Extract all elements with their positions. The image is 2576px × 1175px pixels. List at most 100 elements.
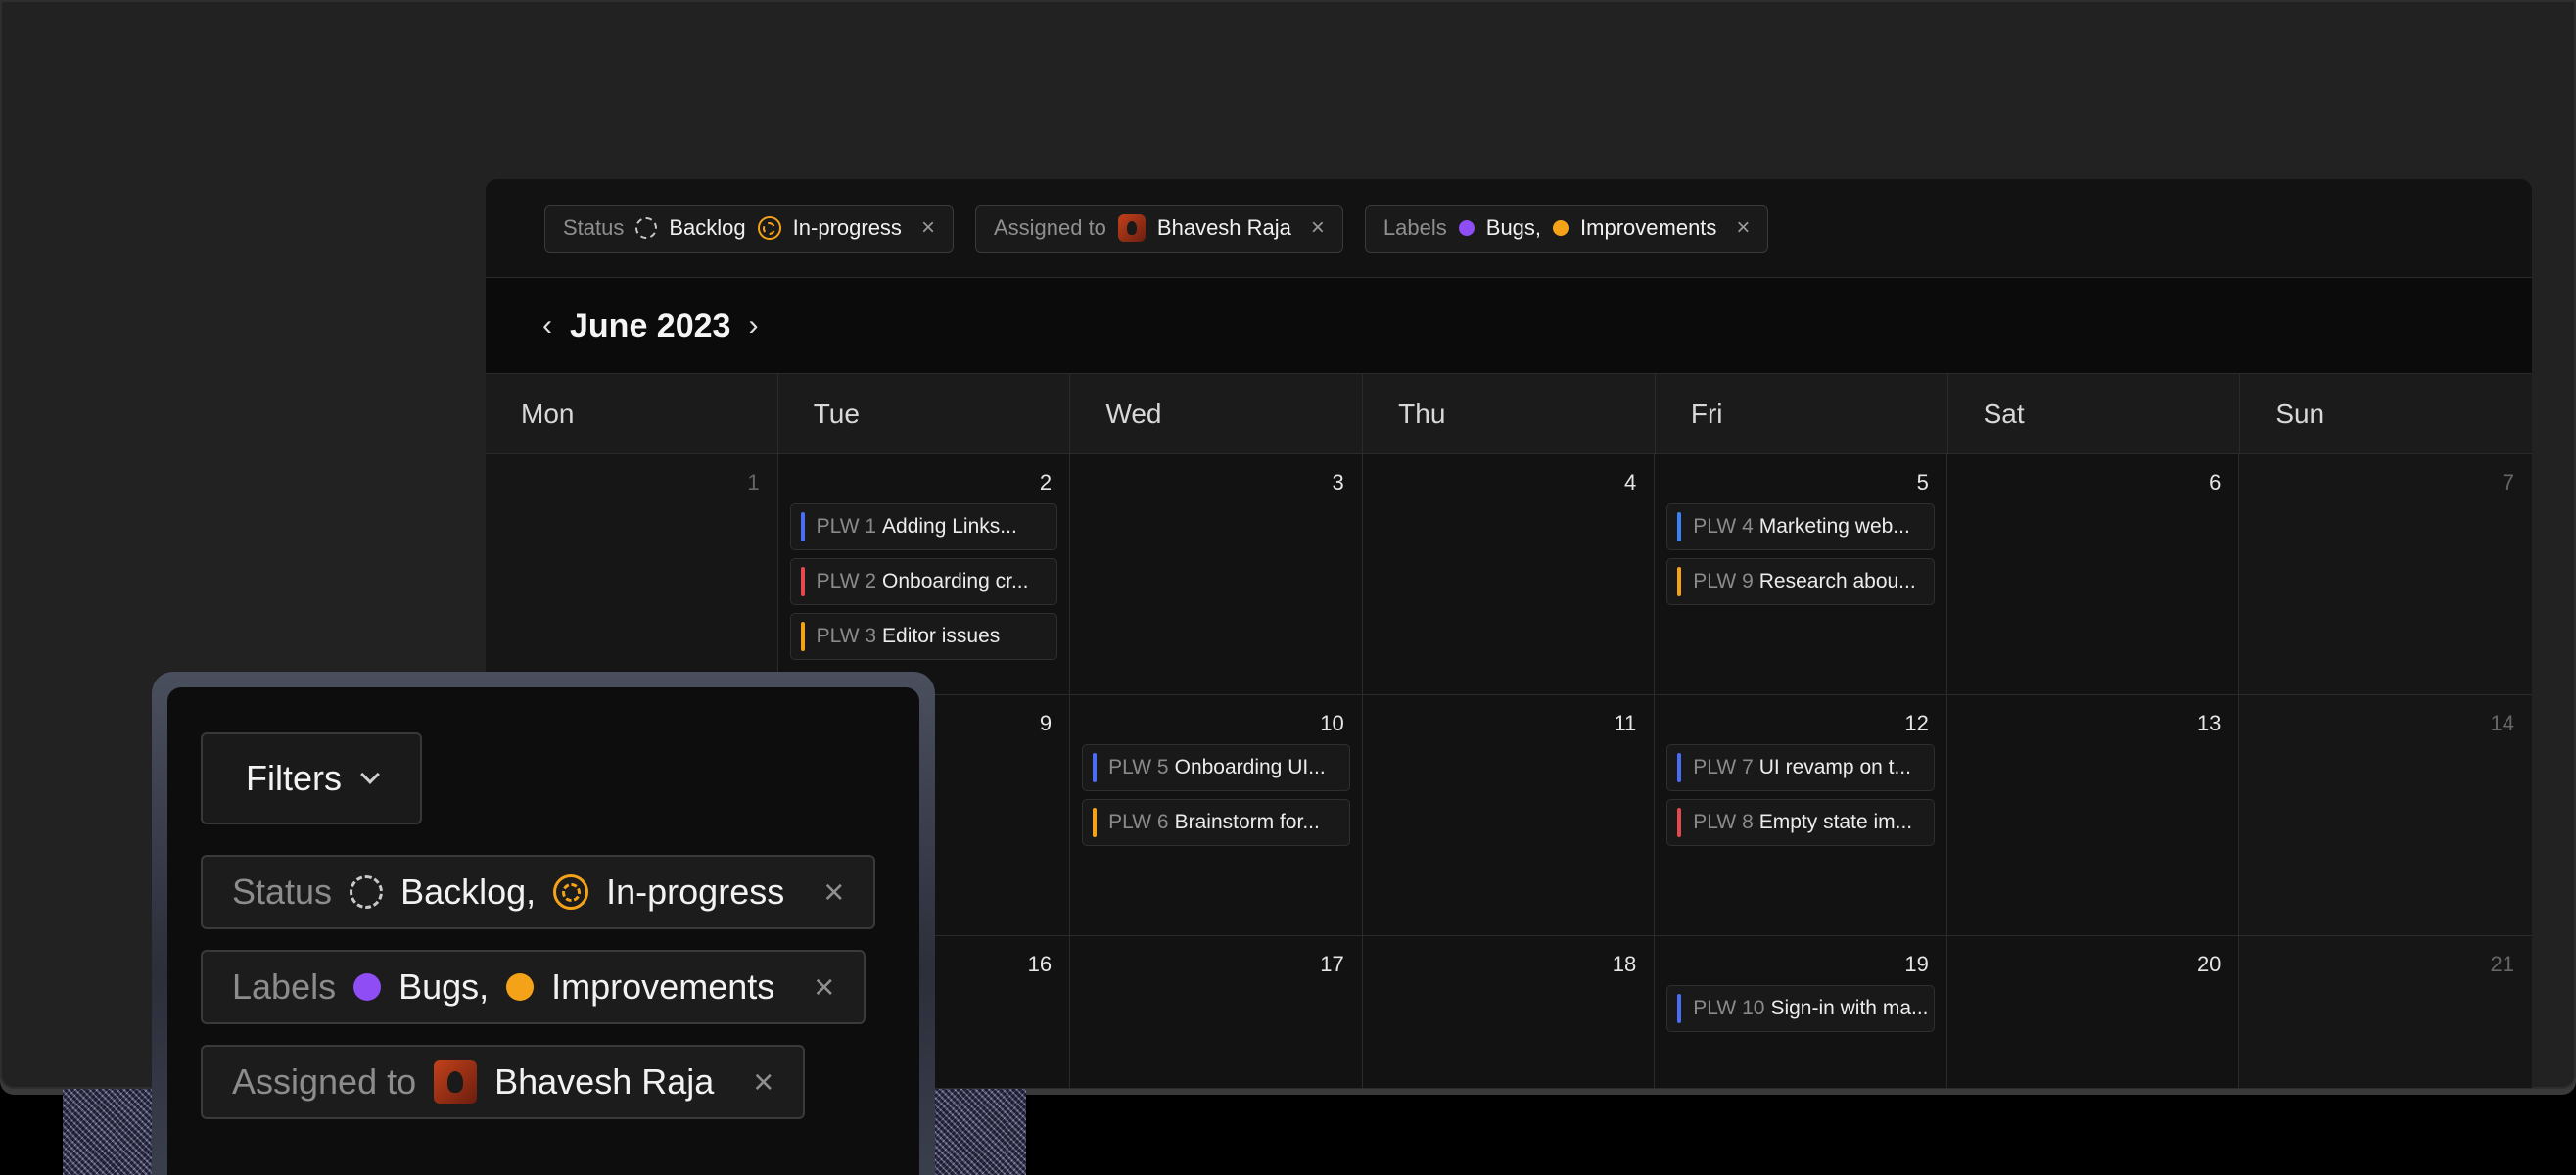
backlog-icon <box>350 875 384 909</box>
day-cell[interactable]: 11 <box>1362 695 1656 936</box>
filter-panel: Filters Status Backlog, In-progress × La… <box>167 687 919 1175</box>
issue-list: PLW 7 UI revamp on t... PLW 8 Empty state i… <box>1666 744 1935 846</box>
issue-title: Onboarding UI... <box>1174 756 1326 778</box>
orange-dot-icon <box>506 973 535 1001</box>
day-cell[interactable]: 17 <box>1070 936 1363 1089</box>
issue-list: PLW 10 Sign-in with ma... <box>1666 985 1935 1032</box>
day-number: 13 <box>2196 711 2222 735</box>
issue-title: Editor issues <box>882 625 1001 647</box>
issue-card[interactable]: PLW 10 Sign-in with ma... <box>1666 985 1935 1032</box>
issue-title: Sign-in with ma... <box>1770 997 1929 1019</box>
day-cell[interactable]: 3 <box>1070 454 1363 695</box>
issue-card[interactable]: PLW 7 UI revamp on t... <box>1666 744 1935 791</box>
day-number: 18 <box>1612 952 1637 976</box>
assignee-value: Bhavesh Raja <box>1156 215 1291 240</box>
day-cell[interactable]: 5 PLW 4 Marketing web... PLW 9 Research abou… <box>1655 454 1947 695</box>
chevron-down-icon <box>360 765 380 784</box>
day-cell[interactable]: 6 <box>1946 454 2240 695</box>
day-cell[interactable]: 14 <box>2239 695 2532 936</box>
day-cell[interactable]: 18 <box>1362 936 1656 1089</box>
issue-color-bar <box>1677 567 1682 596</box>
avatar <box>1117 214 1146 242</box>
day-cell[interactable]: 19 PLW 10 Sign-in with ma... <box>1655 936 1947 1089</box>
day-cell[interactable]: 10 PLW 5 Onboarding UI... PLW 6 Brainstorm f… <box>1070 695 1363 936</box>
close-icon[interactable]: × <box>814 966 834 1008</box>
issue-color-bar <box>800 567 805 596</box>
issue-id: PLW 3 <box>816 625 877 647</box>
close-icon[interactable]: × <box>753 1061 773 1103</box>
avatar <box>434 1060 478 1104</box>
day-number: 9 <box>1039 711 1053 735</box>
purple-dot-icon <box>1458 220 1475 236</box>
applied-filters-bar: Status Backlog In-progress × Assigned to… <box>486 179 2532 278</box>
day-cell[interactable]: 4 <box>1362 454 1656 695</box>
weekday-wed: Wed <box>1070 374 1364 453</box>
status-value-in-progress: In-progress <box>792 215 902 240</box>
month-title: June 2023 <box>570 306 731 345</box>
assignee-value: Bhavesh Raja <box>494 1061 715 1102</box>
issue-card[interactable]: PLW 6 Brainstorm for... <box>1082 799 1350 846</box>
month-navigation: ‹ June 2023 › <box>486 278 2532 374</box>
issue-card[interactable]: PLW 3 Editor issues <box>789 613 1058 660</box>
label-value-bugs: Bugs, <box>398 966 490 1007</box>
issue-list: PLW 4 Marketing web... PLW 9 Research abou.… <box>1666 503 1935 605</box>
day-cell[interactable]: 20 <box>1946 936 2240 1089</box>
labels-filter-chip[interactable]: Labels Bugs, Improvements × <box>1364 204 1769 253</box>
day-number: 17 <box>1320 952 1344 976</box>
issue-color-bar <box>800 622 805 651</box>
issue-color-bar <box>1677 753 1682 782</box>
day-cell[interactable]: 2 PLW 1 Adding Links... PLW 2 Onboarding cr.… <box>777 454 1071 695</box>
issue-id: PLW 4 <box>1693 515 1754 538</box>
day-cell[interactable]: 21 <box>2239 936 2532 1089</box>
issue-card[interactable]: PLW 9 Research abou... <box>1666 558 1935 605</box>
filter-panel-frame: Filters Status Backlog, In-progress × La… <box>152 672 935 1175</box>
day-cell[interactable]: 12 PLW 7 UI revamp on t... PLW 8 Empty state… <box>1655 695 1947 936</box>
day-number: 7 <box>2502 470 2514 494</box>
issue-list: PLW 5 Onboarding UI... PLW 6 Brainstorm for… <box>1082 744 1350 846</box>
status-filter-key: Status <box>563 215 625 240</box>
day-number: 10 <box>1320 711 1344 735</box>
day-number: 16 <box>1027 952 1053 976</box>
assignee-filter-key: Assigned to <box>232 1061 417 1102</box>
assignee-filter-chip[interactable]: Assigned to Bhavesh Raja × <box>201 1045 806 1119</box>
issue-id: PLW 8 <box>1693 811 1754 833</box>
issue-color-bar <box>1677 512 1682 541</box>
purple-dot-icon <box>353 973 382 1001</box>
issue-color-bar <box>1677 808 1682 837</box>
backlog-icon <box>635 217 658 239</box>
day-number: 1 <box>747 470 760 494</box>
day-number: 4 <box>1624 470 1637 494</box>
day-cell[interactable]: 1 <box>486 454 778 695</box>
issue-card[interactable]: PLW 5 Onboarding UI... <box>1082 744 1350 791</box>
in-progress-icon <box>757 216 781 240</box>
label-value-improvements: Improvements <box>1580 215 1717 240</box>
filters-button-label: Filters <box>246 758 342 798</box>
day-cell[interactable]: 7 <box>2239 454 2532 695</box>
assignee-filter-key: Assigned to <box>993 215 1106 240</box>
issue-card[interactable]: PLW 2 Onboarding cr... <box>789 558 1058 605</box>
close-icon[interactable]: × <box>1311 214 1325 242</box>
filters-dropdown-button[interactable]: Filters <box>201 732 422 824</box>
issue-title: Empty state im... <box>1758 811 1913 833</box>
issue-id: PLW 1 <box>816 515 877 538</box>
close-icon[interactable]: × <box>823 871 844 913</box>
orange-dot-icon <box>1553 220 1569 236</box>
day-number: 3 <box>1332 470 1344 494</box>
close-icon[interactable]: × <box>1736 214 1750 242</box>
close-icon[interactable]: × <box>921 214 935 242</box>
chevron-right-icon[interactable]: › <box>748 309 758 343</box>
chevron-left-icon[interactable]: ‹ <box>542 309 552 343</box>
issue-title: UI revamp on t... <box>1758 756 1911 778</box>
status-filter-chip[interactable]: Status Backlog In-progress × <box>544 204 954 253</box>
day-cell[interactable]: 13 <box>1946 695 2240 936</box>
issue-card[interactable]: PLW 1 Adding Links... <box>789 503 1058 550</box>
issue-card[interactable]: PLW 4 Marketing web... <box>1666 503 1935 550</box>
status-filter-chip[interactable]: Status Backlog, In-progress × <box>201 855 876 929</box>
labels-filter-chip[interactable]: Labels Bugs, Improvements × <box>201 950 866 1024</box>
issue-title: Research abou... <box>1758 570 1916 592</box>
issue-id: PLW 7 <box>1693 756 1754 778</box>
status-value-backlog: Backlog <box>669 215 746 240</box>
weekday-fri: Fri <box>1656 374 1948 453</box>
issue-card[interactable]: PLW 8 Empty state im... <box>1666 799 1935 846</box>
assignee-filter-chip[interactable]: Assigned to Bhavesh Raja × <box>974 204 1343 253</box>
